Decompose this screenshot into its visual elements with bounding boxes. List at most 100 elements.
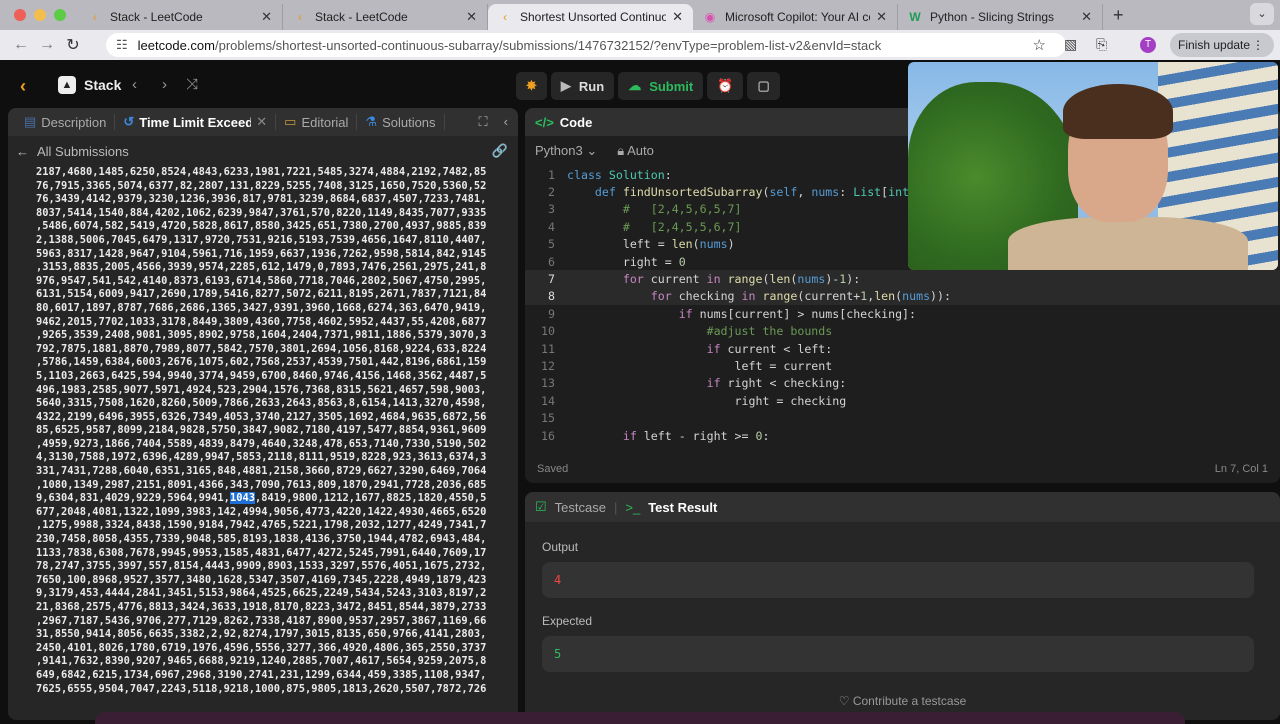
left-panel-tabs: ▤ Description ↺ Time Limit Exceeded ✕ ▭ … [8,108,518,136]
code-line[interactable]: 12 left = current [525,357,1280,374]
line-number: 14 [541,393,555,408]
site-info-icon[interactable]: ☷ [116,37,128,53]
terminal-icon: >_ [625,499,641,515]
run-label: Run [578,78,605,94]
tab-search-button[interactable]: ⌄ [1250,3,1274,25]
leetcode-icon: ‹ [298,10,302,24]
browser-tab[interactable]: ‹ Stack - LeetCode ✕ [78,4,283,30]
line-number: 4 [548,219,555,234]
close-tab-icon[interactable]: ✕ [672,9,683,25]
back-icon[interactable]: ← [8,36,34,54]
timer-button[interactable]: ⏰ [707,72,744,100]
history-icon: ↺ [123,114,135,129]
tab-testcase[interactable]: Testcase [555,500,606,515]
code-text: if right < checking: [706,376,847,391]
language-select[interactable]: Python3 ⌄ [535,143,597,159]
tab-title: Stack - LeetCode [110,10,203,24]
numbers-text: ,8419,9800,1212,1677,8825,1820,4550,5 67… [36,492,487,695]
code-text: # [2,4,5,5,6,7] [567,219,742,234]
tab-test-result[interactable]: Test Result [648,500,717,515]
code-line[interactable]: 15 [525,409,1280,426]
shuffle-icon[interactable]: ⤨ [186,76,198,93]
book-icon: ▭ [284,114,297,129]
code-text: class Solution: [567,167,672,182]
code-line[interactable]: 7 for current in range(len(nums)-1): [525,270,1280,288]
browser-tab-active[interactable]: ‹ Shortest Unsorted Continuous ✕ [488,4,693,30]
browser-tab[interactable]: ‹ Stack - LeetCode ✕ [283,4,488,30]
url-input[interactable]: ☷ leetcode.com/problems/shortest-unsorte… [106,33,1066,57]
expected-label: Expected [542,614,593,628]
forward-icon[interactable]: → [34,36,60,54]
code-line[interactable]: 13 if right < checking: [525,375,1280,392]
test-panel-tabs: ☑ Testcase | >_ Test Result [525,492,1280,522]
close-tab-icon[interactable]: ✕ [261,9,272,25]
code-text: left = len(nums) [567,237,735,252]
browser-tab[interactable]: ◉ Microsoft Copilot: Your AI com ✕ [693,4,898,30]
line-number: 15 [541,411,555,426]
expected-value: 5 [542,636,1254,672]
code-line[interactable]: 11 if current < left: [525,340,1280,357]
line-number: 6 [548,254,555,269]
problem-list-button[interactable]: ▲ Stack [58,76,121,94]
reload-icon[interactable]: ↻ [60,35,86,55]
finish-update-button[interactable]: Finish update ⋮ [1170,33,1274,57]
profile-avatar[interactable]: T [1140,37,1156,53]
auto-mode[interactable]: 🔒︎ Auto [617,143,654,159]
browser-tab-bar: ‹ Stack - LeetCode ✕ ‹ Stack - LeetCode … [0,0,1280,30]
code-line[interactable]: 14 right = checking [525,392,1280,409]
code-line[interactable]: 16 if left - right >= 0: [525,427,1280,444]
prev-problem-icon[interactable]: ‹ [132,76,137,93]
all-submissions-link[interactable]: All Submissions [37,144,129,159]
lock-icon: 🔒︎ [617,143,625,158]
note-icon: ▢ [757,78,770,93]
code-line[interactable]: 9 if nums[current] > nums[checking]: [525,305,1280,322]
new-tab-button[interactable]: + [1113,5,1124,26]
maximize-window-button[interactable] [54,9,66,21]
share-link-icon[interactable]: 🔗 [492,143,508,159]
tab-submission-result[interactable]: ↺ Time Limit Exceeded ✕ [115,114,277,130]
code-line[interactable]: 10 #adjust the bounds [525,323,1280,340]
next-problem-icon[interactable]: › [162,76,167,93]
bookmark-star-icon[interactable]: ☆ [1033,36,1046,54]
close-tab-icon[interactable]: ✕ [876,9,887,25]
save-status: Saved [537,463,569,475]
tab-solutions[interactable]: ⚗ Solutions [357,114,445,130]
code-text: for checking in range(current+1,len(nums… [650,289,951,304]
language-label: Python3 [535,143,583,158]
person-body [1008,217,1248,270]
close-tab-icon[interactable]: ✕ [466,9,477,25]
extensions-puzzle-icon[interactable]: ⎘ [1096,36,1107,53]
contribute-label: Contribute a testcase [852,694,967,708]
code-line[interactable]: 8 for checking in range(current+1,len(nu… [525,287,1280,306]
code-text: # [2,4,5,6,5,7] [567,202,742,217]
close-window-button[interactable] [14,9,26,21]
contribute-testcase-link[interactable]: ♡ Contribute a testcase [525,694,1280,708]
browser-tab[interactable]: W Python - Slicing Strings ✕ [898,4,1103,30]
close-tab-icon[interactable]: ✕ [1081,9,1092,25]
collapse-panel-icon[interactable]: ‹ [504,114,508,130]
debug-button[interactable]: ✸ [516,72,547,100]
fullscreen-icon[interactable]: ⛶ [479,114,488,130]
notes-button[interactable]: ▢ [747,72,780,100]
cursor-position: Ln 7, Col 1 [1214,463,1268,475]
tab-description[interactable]: ▤ Description [16,114,116,130]
alarm-clock-icon: ⏰ [717,78,734,93]
back-arrow-icon[interactable]: ← [16,144,29,159]
chevron-down-icon: ⌄ [586,143,598,158]
tab-title: Stack - LeetCode [315,10,408,24]
submit-button[interactable]: ☁ Submit [618,72,704,100]
mode-label: Auto [627,143,654,158]
tab-editorial[interactable]: ▭ Editorial [276,114,358,130]
minimize-window-button[interactable] [34,9,46,21]
description-icon: ▤ [24,114,37,129]
close-tab-icon[interactable]: ✕ [256,114,267,130]
webcam-overlay [908,62,1278,270]
heart-icon: ♡ [838,694,850,708]
leetcode-logo-icon[interactable]: ‹ [20,76,26,97]
code-text: if left - right >= 0: [622,428,770,443]
run-button[interactable]: ▶ Run [550,72,615,100]
line-number: 10 [541,324,555,339]
more-menu-icon[interactable]: ⋮ [1252,33,1264,57]
extension-icon[interactable]: ▧ [1064,36,1077,53]
w3schools-icon: W [909,10,921,24]
